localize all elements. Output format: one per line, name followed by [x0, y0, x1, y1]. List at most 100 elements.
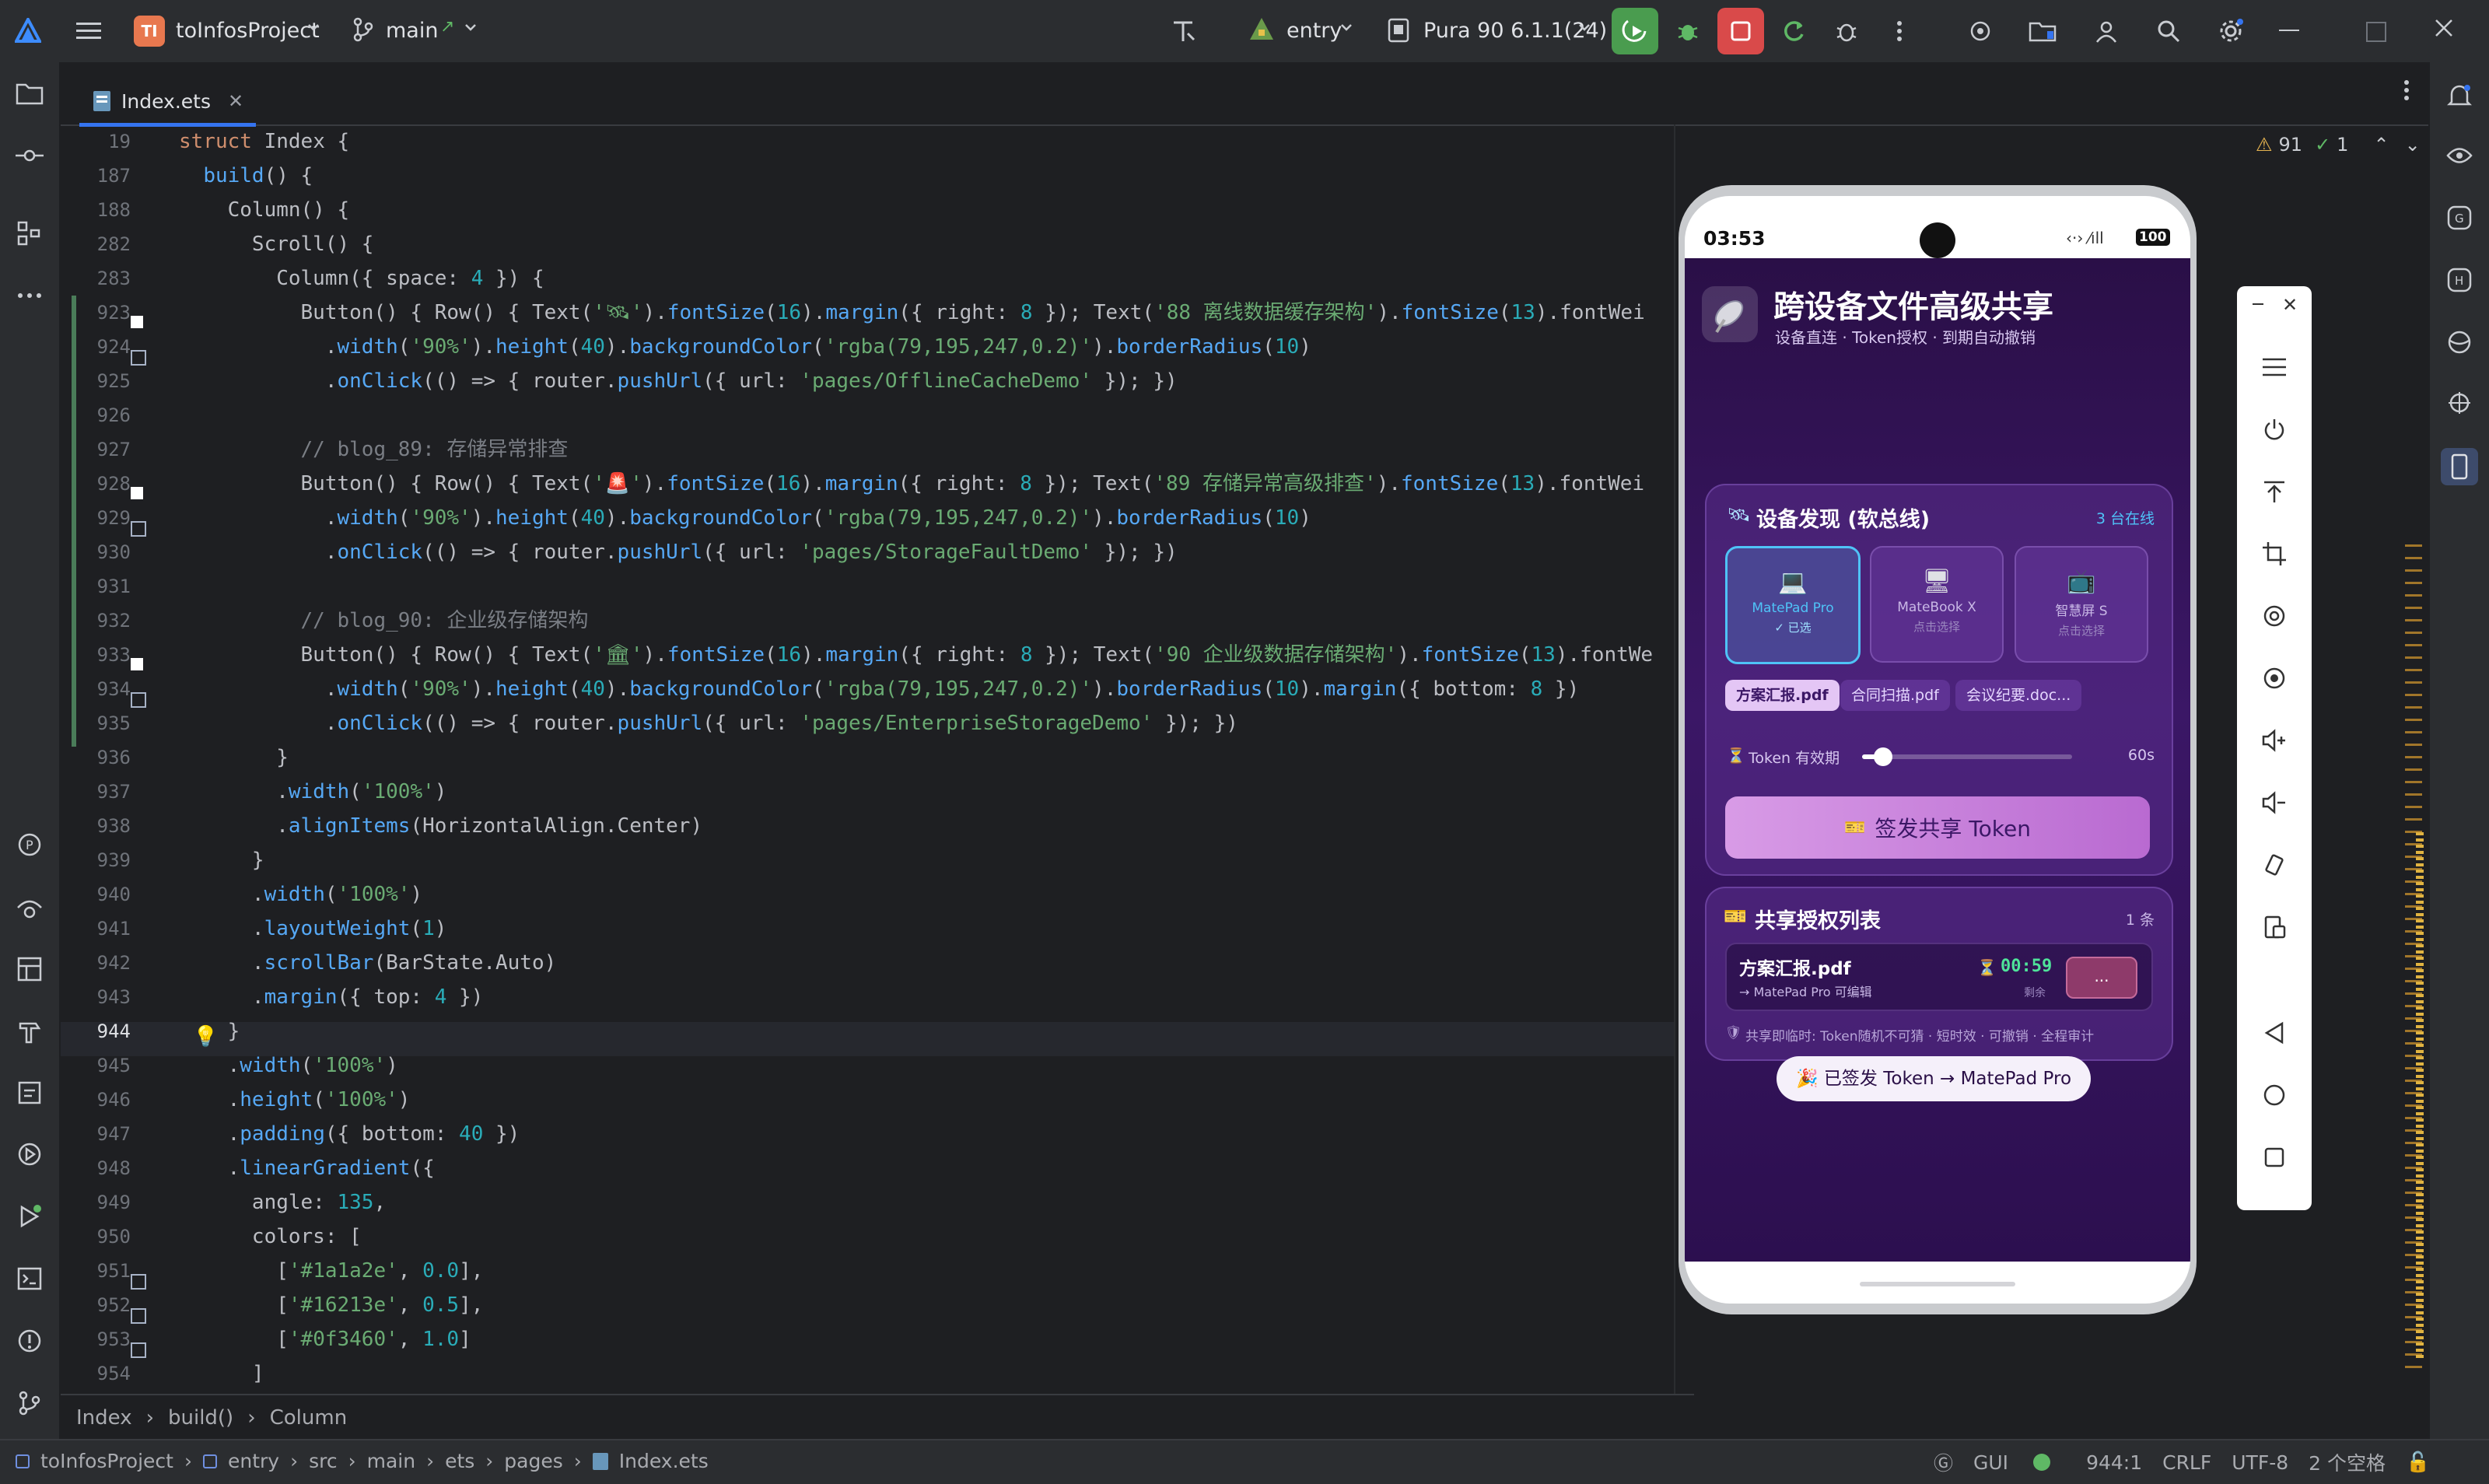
chevron-down-icon[interactable] [464, 20, 478, 34]
code-line[interactable] [179, 398, 1672, 432]
volume-down-icon[interactable] [2256, 784, 2293, 821]
search-icon[interactable] [2151, 14, 2186, 48]
device-card-smart-screen[interactable]: 📺 智慧屏 S 点击选择 [2015, 546, 2148, 663]
line-number[interactable]: 949 [61, 1185, 151, 1220]
code-line[interactable]: build() { [179, 159, 1672, 193]
inspection-widget[interactable]: ⚠ 91 ✓ 1 ⌃ ⌄ [2256, 134, 2421, 156]
chevron-down-icon[interactable] [306, 20, 320, 34]
harmony-h-icon[interactable]: H [2441, 261, 2478, 299]
line-number[interactable]: 950 [61, 1220, 151, 1254]
toolbar-close-icon[interactable]: ✕ [2282, 294, 2298, 316]
back-triangle-icon[interactable] [2256, 1014, 2293, 1052]
more-vertical-icon[interactable] [2403, 79, 2410, 101]
line-number[interactable]: 945 [61, 1048, 151, 1083]
crop-icon[interactable] [2256, 535, 2293, 572]
device-manager-icon[interactable] [2441, 384, 2478, 422]
more-vertical-icon[interactable] [1882, 14, 1917, 48]
device-card-matebook-x[interactable]: 🖥 MateBook X 点击选择 [1870, 546, 2004, 663]
services-play-icon[interactable] [11, 1136, 48, 1173]
restore-icon[interactable] [2366, 22, 2386, 42]
code-line[interactable]: struct Index { [179, 124, 1672, 159]
code-line[interactable]: .width('90%').height(40).backgroundColor… [179, 330, 1672, 364]
lock-icon[interactable]: 🔓 [2406, 1451, 2430, 1474]
path-item[interactable]: main [367, 1450, 415, 1472]
target-icon[interactable] [1963, 14, 1997, 48]
code-line[interactable]: ] [179, 1356, 1672, 1391]
app-logo-icon[interactable] [11, 14, 45, 48]
code-line[interactable]: .linearGradient({ [179, 1151, 1672, 1185]
eye-icon[interactable] [2441, 137, 2478, 174]
breakpoint-marker[interactable] [131, 487, 143, 499]
toolbar-minimize-icon[interactable] [2253, 303, 2263, 305]
fold-marker[interactable] [131, 692, 146, 708]
gui-indicator[interactable]: GUI [1973, 1451, 2008, 1474]
minimize-icon[interactable] [2279, 30, 2299, 31]
power-icon[interactable] [2256, 411, 2293, 448]
commit-icon[interactable] [11, 137, 48, 174]
cursor-position[interactable]: 944:1 [2086, 1451, 2142, 1474]
line-number[interactable]: 946 [61, 1083, 151, 1117]
fold-device-icon[interactable] [2256, 908, 2293, 946]
stop-button[interactable] [1717, 8, 1764, 54]
code-line[interactable]: .width('100%') [179, 775, 1672, 809]
code-line[interactable]: .onClick(() => { router.pushUrl({ url: '… [179, 706, 1672, 740]
code-line[interactable]: .margin({ top: 4 }) [179, 980, 1672, 1014]
fold-marker[interactable] [131, 350, 146, 366]
log-icon[interactable] [11, 1073, 48, 1111]
layout-icon[interactable] [11, 950, 48, 988]
arrow-to-top-icon[interactable] [2256, 473, 2293, 510]
tab-close-icon[interactable]: ✕ [228, 90, 243, 112]
close-icon[interactable] [2433, 17, 2455, 39]
screen-record-icon[interactable] [2256, 660, 2293, 697]
problems-icon[interactable] [11, 1322, 48, 1360]
line-number[interactable]: 939 [61, 843, 151, 877]
breadcrumb-item[interactable]: build() [168, 1406, 233, 1430]
line-number[interactable]: 948 [61, 1151, 151, 1185]
code-line[interactable]: Scroll() { [179, 227, 1672, 261]
code-line[interactable]: angle: 135, [179, 1185, 1672, 1220]
path-item[interactable]: pages [504, 1450, 562, 1472]
home-circle-icon[interactable] [2256, 1076, 2293, 1114]
token-slider-thumb[interactable] [1874, 747, 1892, 766]
code-line[interactable]: } [179, 843, 1672, 877]
breakpoint-marker[interactable] [131, 316, 143, 328]
line-number[interactable]: 940 [61, 877, 151, 912]
line-number[interactable]: 932 [61, 604, 151, 638]
file-encoding[interactable]: UTF-8 [2232, 1451, 2288, 1474]
breadcrumb-item[interactable]: Index [76, 1406, 132, 1430]
code-line[interactable]: .onClick(() => { router.pushUrl({ url: '… [179, 535, 1672, 569]
device-card-matepad-pro[interactable]: 💻 MatePad Pro ✓ 已选 [1725, 546, 1861, 664]
code-line[interactable]: Column() { [179, 193, 1672, 227]
code-line[interactable]: Column({ space: 4 }) { [179, 261, 1672, 296]
rotate-device-icon[interactable] [2256, 846, 2293, 884]
line-number[interactable]: 931 [61, 569, 151, 604]
settings-gear-icon[interactable] [2214, 14, 2248, 48]
code-line[interactable]: } [179, 1014, 1672, 1048]
copilot-g-icon[interactable]: G [2441, 199, 2478, 236]
copilot-g-icon[interactable]: Ⓖ [1934, 1448, 1953, 1476]
notifications-bell-icon[interactable] [2441, 78, 2478, 115]
branch-name[interactable]: main [386, 19, 438, 43]
services-icon[interactable] [11, 890, 48, 927]
code-editor[interactable]: struct Index { build() { Column() { Scro… [179, 124, 1672, 1391]
code-line[interactable]: Button() { Row() { Text('🛰').fontSize(16… [179, 296, 1672, 330]
code-line[interactable]: Button() { Row() { Text('🏛').fontSize(16… [179, 638, 1672, 672]
line-number[interactable]: 943 [61, 980, 151, 1014]
line-number[interactable]: 930 [61, 535, 151, 569]
menu-icon[interactable] [2256, 348, 2293, 386]
run-button[interactable] [1612, 8, 1658, 54]
chevron-up-icon[interactable]: ⌃ [2373, 134, 2389, 156]
account-icon[interactable] [2089, 14, 2123, 48]
home-indicator[interactable] [1860, 1282, 2015, 1286]
phone-screen[interactable]: 03:53 ‹·› ⁄ıll 100 跨设备文件高级共享 设备直连 · Toke… [1685, 196, 2190, 1304]
code-line[interactable]: .width('90%').height(40).backgroundColor… [179, 501, 1672, 535]
debug-icon[interactable] [1671, 14, 1705, 48]
code-line[interactable]: ['#16213e', 0.5], [179, 1288, 1672, 1322]
breakpoint-marker[interactable] [131, 658, 143, 670]
code-line[interactable]: .onClick(() => { router.pushUrl({ url: '… [179, 364, 1672, 398]
tab-index-ets[interactable]: Index.ets ✕ [79, 79, 257, 127]
line-number[interactable]: 941 [61, 912, 151, 946]
code-line[interactable] [179, 569, 1672, 604]
project-folder-icon[interactable] [11, 75, 48, 112]
code-line[interactable]: ['#0f3460', 1.0] [179, 1322, 1672, 1356]
